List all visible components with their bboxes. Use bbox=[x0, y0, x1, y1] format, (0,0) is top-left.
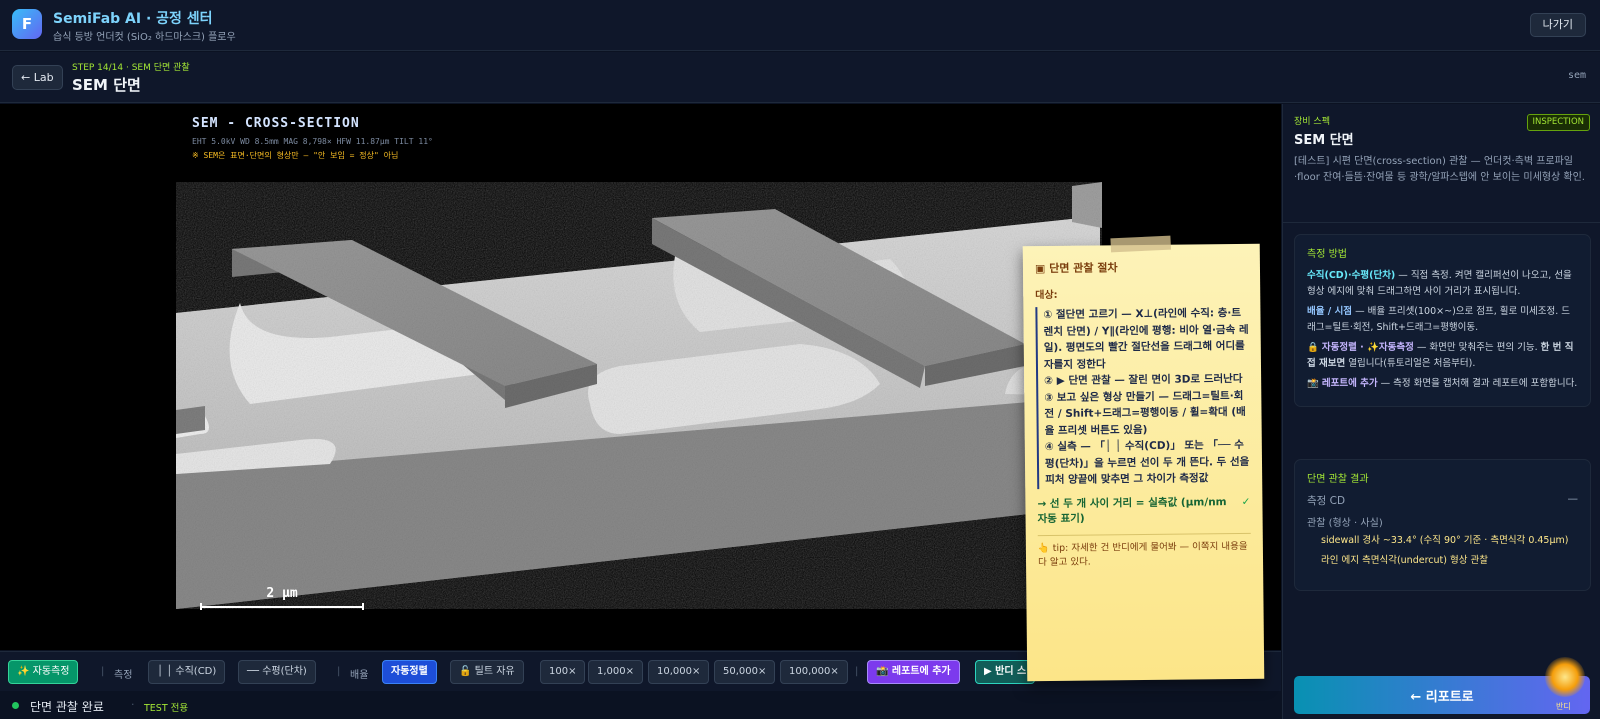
back-to-lab-button[interactable]: ← Lab bbox=[12, 65, 63, 90]
step-label: STEP 14/14 · SEM 단면 관찰 bbox=[72, 63, 190, 73]
observation-item: 라인 에지 측면식각(undercut) 형상 관찰 bbox=[1321, 555, 1488, 566]
tape-decoration bbox=[1110, 235, 1171, 253]
page-title: SEM 단면 bbox=[72, 76, 141, 94]
equipment-spec-label: 장비 스펙 bbox=[1294, 117, 1330, 127]
note-tip: 👆 tip: 자세한 건 반디에게 물어봐 — 이쪽지 내용을 다 알고 있다. bbox=[1037, 532, 1252, 570]
observation-label: 관찰 (형상 · 사실) bbox=[1307, 518, 1383, 529]
result-title: 단면 관찰 결과 bbox=[1307, 474, 1369, 485]
mag-1000x-button[interactable]: 1,000× bbox=[588, 660, 644, 684]
status-separator: · bbox=[131, 698, 135, 711]
test-only-tag: TEST 전용 bbox=[144, 703, 189, 714]
toolbar-divider: | bbox=[855, 666, 859, 677]
method-item: 📸 레포트에 추가 — 측정 화면을 캡처해 결과 레포트에 포함합니다. bbox=[1307, 376, 1578, 392]
note-step: ④ 실측 — 「│ │ 수직(CD)」 또는 「── 수평(단차)」을 누르면 … bbox=[1044, 438, 1250, 487]
step-code: sem bbox=[1567, 70, 1586, 81]
equipment-description: [테스트] 시편 단면(cross-section) 관찰 — 언더컷·측벽 프… bbox=[1294, 156, 1585, 183]
app-title: SemiFab AI · 공정 센터 bbox=[53, 11, 213, 27]
method-key: 배율 / 시점 bbox=[1307, 306, 1353, 317]
method-text: 열립니다(튜토리얼은 처음부터). bbox=[1345, 358, 1476, 369]
cd-value: — bbox=[1567, 493, 1579, 505]
measure-label: 측정 bbox=[114, 670, 133, 681]
sem-warning: ※ SEM은 표면·단면의 형상만 — "안 보임 = 정상" 아님 bbox=[192, 151, 399, 160]
scale-bar: 2 μm bbox=[200, 586, 364, 610]
sem-parameters: EHT 5.0kV WD 8.5mm MAG 8,798× HFW 11.87μ… bbox=[192, 137, 433, 146]
status-text: 단면 관찰 완료 bbox=[30, 700, 104, 714]
toolbar-divider: | bbox=[101, 666, 105, 677]
tilt-free-button[interactable]: 🔓 틸트 자유 bbox=[450, 660, 524, 684]
lock-icon: 🔒 bbox=[1307, 342, 1322, 353]
measure-method-title: 측정 방법 bbox=[1307, 249, 1347, 260]
auto-measure-button[interactable]: ✨ 자동측정 bbox=[8, 660, 79, 684]
bandi-assistant-icon[interactable] bbox=[1545, 657, 1585, 697]
exit-button[interactable]: 나가기 bbox=[1529, 13, 1586, 37]
note-step: ① 절단면 고르기 — X⊥(라인에 수직: 층·트렌치 단면) / Y∥(라인… bbox=[1043, 306, 1249, 371]
equipment-title: SEM 단면 bbox=[1294, 133, 1354, 148]
app-subtitle: 습식 등방 언더컷 (SiO₂ 하드마스크) 플로우 bbox=[53, 32, 236, 43]
sem-info-overlay: SEM - CROSS-SECTION EHT 5.0kV WD 8.5mm M… bbox=[192, 116, 433, 161]
measure-method-card: 측정 방법 수직(CD)·수평(단차) — 직접 측정. 켜면 캘리퍼선이 나오… bbox=[1294, 234, 1591, 407]
auto-align-button[interactable]: 자동정렬 bbox=[382, 660, 437, 684]
method-text: — 화면만 맞춰주는 편의 기능. bbox=[1413, 342, 1541, 353]
method-item: 🔒 자동정렬 · ✨자동측정 — 화면만 맞춰주는 편의 기능. 한 번 직접 … bbox=[1307, 340, 1578, 372]
note-step: ③ 보고 싶은 형상 만들기 — 드래그=틸트·회전 / Shift+드래그=평… bbox=[1044, 389, 1246, 437]
inspection-badge: INSPECTION bbox=[1526, 114, 1590, 131]
status-indicator bbox=[12, 702, 19, 709]
note-steps: ① 절단면 고르기 — X⊥(라인에 수직: 층·트렌치 단면) / Y∥(라인… bbox=[1035, 304, 1251, 489]
app-logo: F bbox=[12, 9, 42, 39]
observation-result-card: 단면 관찰 결과 측정 CD — 관찰 (형상 · 사실) sidewall 경… bbox=[1294, 459, 1591, 591]
mag-10000x-button[interactable]: 10,000× bbox=[648, 660, 710, 684]
panel-divider bbox=[1283, 222, 1600, 223]
note-result: → 선 두 개 사이 거리 = 실측값 (μm/nm 자동 표기) ✓ bbox=[1037, 494, 1250, 526]
method-key: 자동정렬 · ✨자동측정 bbox=[1321, 342, 1414, 353]
check-icon: ✓ bbox=[1241, 495, 1251, 508]
vertical-cd-button[interactable]: │ │ 수직(CD) bbox=[148, 660, 226, 684]
mag-100000x-button[interactable]: 100,000× bbox=[780, 660, 848, 684]
sem-title: SEM - CROSS-SECTION bbox=[192, 116, 360, 131]
status-bar: 단면 관찰 완료 · TEST 전용 bbox=[0, 692, 1281, 719]
top-bar: F SemiFab AI · 공정 센터 습식 등방 언더컷 (SiO₂ 하드마… bbox=[0, 0, 1600, 51]
cd-row: 측정 CD — bbox=[1307, 493, 1578, 508]
magnification-label: 배율 bbox=[350, 670, 369, 681]
method-text: — 측정 화면을 캡처해 결과 레포트에 포함합니다. bbox=[1377, 378, 1578, 389]
note-result-text: → 선 두 개 사이 거리 = 실측값 (μm/nm 자동 표기) bbox=[1037, 495, 1227, 525]
step-header: ← Lab STEP 14/14 · SEM 단면 관찰 SEM 단면 sem bbox=[0, 52, 1600, 103]
right-panel: 장비 스펙 SEM 단면 INSPECTION [테스트] 시편 단면(cros… bbox=[1282, 104, 1600, 719]
mag-50000x-button[interactable]: 50,000× bbox=[714, 660, 776, 684]
add-to-report-button[interactable]: 📸 레포트에 추가 bbox=[867, 660, 960, 684]
method-item: 수직(CD)·수평(단차) — 직접 측정. 켜면 캘리퍼선이 나오고, 선을 … bbox=[1307, 268, 1578, 300]
mag-100x-button[interactable]: 100× bbox=[540, 660, 586, 684]
method-key: 수직(CD)·수평(단차) bbox=[1307, 270, 1396, 281]
toolbar-divider: | bbox=[337, 666, 341, 677]
method-key: 레포트에 추가 bbox=[1321, 378, 1378, 389]
scale-bar-line bbox=[200, 603, 364, 610]
horizontal-step-button[interactable]: ── 수평(단차) bbox=[238, 660, 316, 684]
procedure-sticky-note: ▣ 단면 관찰 절차 대상: ① 절단면 고르기 — X⊥(라인에 수직: 층·… bbox=[1022, 235, 1265, 682]
method-item: 배율 / 시점 — 배율 프리셋(100×~)으로 점프, 휠로 미세조정. 드… bbox=[1307, 304, 1578, 336]
note-title: ▣ 단면 관찰 절차 bbox=[1034, 261, 1118, 276]
note-target-label: 대상: bbox=[1035, 289, 1058, 302]
camera-icon: 📸 bbox=[1307, 378, 1322, 389]
observation-item: sidewall 경사 ~33.4° (수직 90° 기준 · 측면식각 0.4… bbox=[1321, 535, 1569, 546]
scale-bar-label: 2 μm bbox=[266, 586, 298, 601]
note-step: ② ▶ 단면 관찰 — 잘린 면이 3D로 드러난다 bbox=[1044, 372, 1243, 388]
cd-label: 측정 CD bbox=[1307, 495, 1346, 507]
bandi-label: 반디 bbox=[1556, 702, 1571, 711]
